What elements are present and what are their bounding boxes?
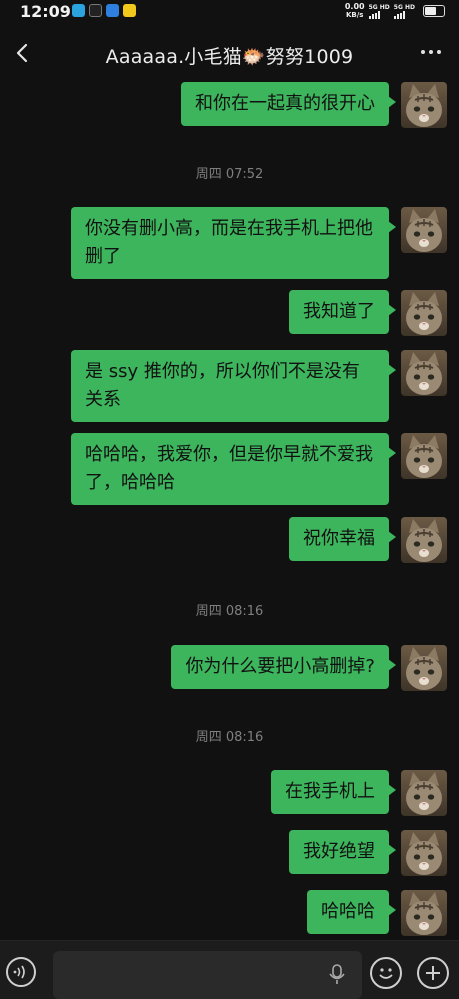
avatar[interactable] bbox=[401, 517, 447, 563]
battery-icon bbox=[423, 5, 445, 17]
cat-avatar-icon bbox=[401, 645, 447, 691]
cat-avatar-icon bbox=[401, 433, 447, 479]
timestamp: 周四 08:16 bbox=[195, 604, 264, 619]
message-bubble[interactable]: 你为什么要把小高删掉? bbox=[171, 645, 396, 689]
message-row: 在我手机上 bbox=[271, 770, 447, 816]
net-speed: 0.00 KB/s bbox=[345, 2, 365, 20]
sim2-signal: 5G HD bbox=[393, 3, 415, 19]
cat-avatar-icon bbox=[401, 82, 447, 128]
dot-icon bbox=[421, 50, 425, 54]
message-row: 祝你幸福 bbox=[289, 517, 447, 563]
message-bubble[interactable]: 哈哈哈，我爱你，但是你早就不爱我了，哈哈哈 bbox=[71, 433, 396, 505]
avatar[interactable] bbox=[401, 433, 447, 479]
cat-avatar-icon bbox=[401, 350, 447, 396]
app-icon bbox=[106, 4, 119, 17]
message-bubble[interactable]: 在我手机上 bbox=[271, 770, 396, 814]
message-row: 哈哈哈，我爱你，但是你早就不爱我了，哈哈哈 bbox=[71, 433, 447, 505]
cat-avatar-icon bbox=[401, 830, 447, 876]
chat-header: Aaaaaa.小毛猫🐡努努1009 bbox=[0, 30, 459, 80]
chat-title: Aaaaaa.小毛猫🐡努努1009 bbox=[105, 46, 354, 68]
net-speed-unit: KB/s bbox=[345, 11, 364, 19]
dot-icon bbox=[437, 50, 441, 54]
message-bubble[interactable]: 是 ssy 推你的，所以你们不是没有关系 bbox=[71, 350, 396, 422]
timestamp: 周四 08:16 bbox=[195, 730, 264, 745]
microphone-icon[interactable] bbox=[327, 963, 347, 987]
message-bubble[interactable]: 你没有删小高，而是在我手机上把他删了 bbox=[71, 207, 396, 279]
status-time: 12:09 bbox=[20, 2, 71, 21]
message-bubble[interactable]: 我知道了 bbox=[289, 290, 396, 334]
message-row: 你为什么要把小高删掉? bbox=[171, 645, 447, 691]
message-row: 我好绝望 bbox=[289, 830, 447, 876]
sim1-signal: 5G HD bbox=[368, 3, 390, 19]
more-options-button[interactable] bbox=[421, 50, 441, 54]
cat-avatar-icon bbox=[401, 517, 447, 563]
message-row: 我知道了 bbox=[289, 290, 447, 336]
cat-avatar-icon bbox=[401, 207, 447, 253]
avatar[interactable] bbox=[401, 290, 447, 336]
voice-wave-icon bbox=[13, 965, 25, 979]
timestamp: 周四 07:52 bbox=[195, 167, 264, 182]
message-input[interactable] bbox=[53, 951, 362, 999]
tiktok-icon bbox=[89, 4, 102, 17]
avatar[interactable] bbox=[401, 830, 447, 876]
avatar[interactable] bbox=[401, 82, 447, 128]
cat-avatar-icon bbox=[401, 890, 447, 936]
cat-avatar-icon bbox=[401, 770, 447, 816]
message-row: 是 ssy 推你的，所以你们不是没有关系 bbox=[71, 350, 447, 422]
emoji-button[interactable] bbox=[370, 957, 402, 989]
yellow-app-icon bbox=[123, 4, 136, 17]
more-actions-button[interactable] bbox=[417, 957, 449, 989]
avatar[interactable] bbox=[401, 645, 447, 691]
avatar[interactable] bbox=[401, 890, 447, 936]
net-speed-value: 0.00 bbox=[344, 2, 365, 11]
avatar[interactable] bbox=[401, 770, 447, 816]
avatar[interactable] bbox=[401, 207, 447, 253]
input-bar bbox=[0, 940, 459, 999]
voice-button[interactable] bbox=[6, 957, 36, 987]
message-bubble[interactable]: 哈哈哈 bbox=[307, 890, 396, 934]
plus-icon bbox=[426, 966, 440, 980]
message-bubble[interactable]: 和你在一起真的很开心 bbox=[181, 82, 396, 126]
telegram-icon bbox=[72, 4, 85, 17]
smiley-icon bbox=[379, 968, 393, 979]
message-bubble[interactable]: 我好绝望 bbox=[289, 830, 396, 874]
message-row: 哈哈哈 bbox=[307, 890, 447, 936]
status-right: 0.00 KB/s 5G HD 5G HD bbox=[345, 2, 445, 20]
message-bubble[interactable]: 祝你幸福 bbox=[289, 517, 396, 561]
message-row: 你没有删小高，而是在我手机上把他删了 bbox=[71, 207, 447, 279]
cat-avatar-icon bbox=[401, 290, 447, 336]
sim2-label: 5G HD bbox=[393, 3, 415, 11]
notification-icons bbox=[72, 4, 136, 17]
mic-glyph-icon bbox=[329, 964, 345, 984]
signal-bars-icon bbox=[368, 10, 390, 19]
status-bar: 12:09 0.00 KB/s 5G HD 5G HD bbox=[0, 0, 459, 24]
avatar[interactable] bbox=[401, 350, 447, 396]
dot-icon bbox=[429, 50, 433, 54]
signal-bars-icon bbox=[393, 10, 415, 19]
message-row: 和你在一起真的很开心 bbox=[181, 82, 447, 128]
sim1-label: 5G HD bbox=[368, 3, 390, 11]
